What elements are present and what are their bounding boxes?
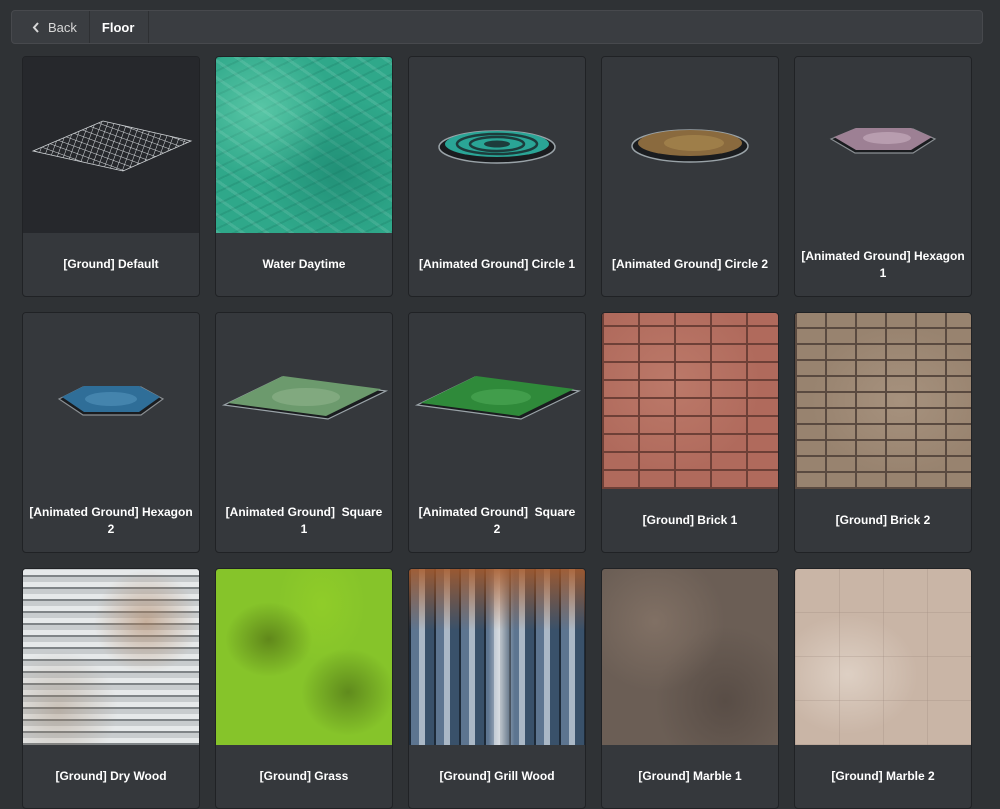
floor-item-label: [Animated Ground] Square 2: [418, 504, 579, 536]
green-square-platform-thumbnail: [409, 313, 585, 489]
floor-item-grid: [Ground] Default Water Daytime [Animated…: [22, 56, 972, 809]
floor-item-label: [Ground] Marble 2: [831, 769, 935, 783]
floor-item-card[interactable]: [Animated Ground] Hexagon 2: [22, 312, 200, 553]
floor-item-card[interactable]: [Ground] Default: [22, 56, 200, 297]
floor-item-card[interactable]: [Ground] Marble 2: [794, 568, 972, 809]
light-marble-texture-thumbnail: [795, 569, 971, 745]
floor-item-label: [Animated Ground] Hexagon 1: [801, 248, 969, 280]
light-green-square-platform-thumbnail: [216, 313, 392, 489]
floor-item-label: [Ground] Brick 1: [642, 513, 738, 527]
floor-item-label: [Animated Ground] Hexagon 2: [29, 504, 197, 536]
dark-marble-texture-thumbnail: [602, 569, 778, 745]
floor-item-card[interactable]: [Animated Ground] Circle 2: [601, 56, 779, 297]
floor-item-label: Water Daytime: [262, 257, 346, 271]
back-button[interactable]: Back: [12, 11, 90, 43]
floor-item-label: [Ground] Default: [63, 257, 159, 271]
grass-texture-thumbnail: [216, 569, 392, 745]
floor-item-label: [Animated Ground] Circle 2: [611, 257, 769, 271]
wireframe-grid-tile-thumbnail: [23, 57, 199, 233]
blue-hexagon-platform-thumbnail: [23, 313, 199, 489]
floor-item-label: [Animated Ground] Circle 1: [418, 257, 576, 271]
grill-wood-texture-thumbnail: [409, 569, 585, 745]
floor-item-card[interactable]: Water Daytime: [215, 56, 393, 297]
floor-item-label: [Ground] Marble 1: [638, 769, 742, 783]
floor-item-label: [Ground] Dry Wood: [55, 769, 167, 783]
dry-wood-texture-thumbnail: [23, 569, 199, 745]
floor-item-card[interactable]: [Ground] Grill Wood: [408, 568, 586, 809]
floor-item-card[interactable]: [Ground] Brick 2: [794, 312, 972, 553]
floor-item-card[interactable]: [Animated Ground] Square 1: [215, 312, 393, 553]
tan-brick-texture-thumbnail: [795, 313, 971, 489]
floor-item-label: [Ground] Grill Wood: [439, 769, 555, 783]
pink-hexagon-platform-thumbnail: [795, 57, 971, 233]
floor-item-card[interactable]: [Animated Ground] Hexagon 1: [794, 56, 972, 297]
floor-item-card[interactable]: [Ground] Brick 1: [601, 312, 779, 553]
water-texture-thumbnail: [216, 57, 392, 233]
floor-item-card[interactable]: [Ground] Dry Wood: [22, 568, 200, 809]
back-button-label: Back: [48, 19, 77, 35]
floor-item-label: [Ground] Grass: [259, 769, 349, 783]
breadcrumb-current: Floor: [90, 11, 150, 43]
red-brick-texture-thumbnail: [602, 313, 778, 489]
floor-item-label: [Ground] Brick 2: [835, 513, 931, 527]
teal-circle-platform-thumbnail: [409, 57, 585, 233]
top-navigation-bar: Back Floor: [11, 10, 983, 44]
floor-item-card[interactable]: [Ground] Marble 1: [601, 568, 779, 809]
floor-item-label: [Animated Ground] Square 1: [225, 504, 386, 536]
floor-item-card[interactable]: [Ground] Grass: [215, 568, 393, 809]
chevron-left-icon: [32, 21, 39, 33]
brown-circle-platform-thumbnail: [602, 57, 778, 233]
floor-item-card[interactable]: [Animated Ground] Circle 1: [408, 56, 586, 297]
floor-item-card[interactable]: [Animated Ground] Square 2: [408, 312, 586, 553]
